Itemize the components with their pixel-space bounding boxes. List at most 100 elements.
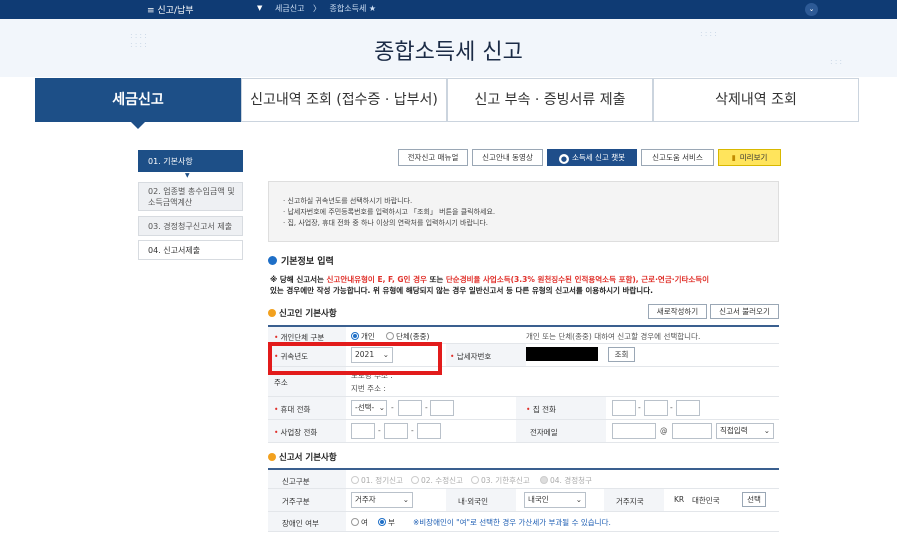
radio-individual[interactable]: 개인	[351, 331, 375, 342]
manual-button[interactable]: 전자신고 매뉴얼	[398, 149, 468, 166]
chatbot-button[interactable]: ● 소득세 신고 챗봇	[547, 149, 637, 166]
radio-label: 단체(종중)	[396, 332, 430, 341]
field-label: 장애인 여부	[268, 512, 346, 531]
field-label: • 사업장 전화	[268, 420, 346, 442]
new-form-button[interactable]: 새로작성하기	[648, 304, 707, 319]
load-form-button[interactable]: 신고서 불러오기	[710, 304, 779, 319]
radio-amended[interactable]: 02. 수정신고	[411, 475, 463, 486]
chevron-down-icon: ⌄	[402, 495, 409, 504]
radio-checked-icon	[351, 332, 359, 340]
tab-deleted-history[interactable]: 삭제내역 조회	[653, 78, 859, 122]
home-last-input[interactable]	[676, 400, 700, 416]
radio-correction[interactable]: 04. 경정청구	[540, 475, 592, 486]
tab-attachments[interactable]: 신고 부속 · 증빙서류 제출	[447, 78, 653, 122]
main-tabs: 세금신고 신고내역 조회 (접수증 · 납부서) 신고 부속 · 증빙서류 제출…	[0, 78, 897, 129]
radio-label: 03. 기한후신고	[481, 476, 530, 485]
lookup-button[interactable]: 조회	[608, 347, 635, 362]
notice-box: · 신고하실 귀속년도를 선택하시기 바랍니다. · 납세자번호에 주민등록번호…	[268, 181, 779, 242]
breadcrumb-item[interactable]: 종합소득세 ★	[330, 4, 377, 13]
help-service-button[interactable]: 신고도움 서비스	[641, 149, 714, 166]
dropdown-arrow-icon[interactable]: ▼	[257, 4, 262, 12]
select-value: 내국인	[528, 495, 549, 504]
radio-late[interactable]: 03. 기한후신고	[471, 475, 530, 486]
label-text: 개인단체 구분	[280, 333, 325, 342]
preview-label: 미리보기	[739, 153, 768, 162]
email-domain-input[interactable]	[672, 423, 712, 439]
biz-middle-input[interactable]	[384, 423, 408, 439]
radio-label: 02. 수정신고	[421, 476, 463, 485]
country-select-button[interactable]: 선택	[742, 492, 766, 507]
disability-note: ※비장애인이 "여"로 선택한 경우 가산세가 부과될 수 있습니다.	[413, 518, 611, 527]
label-text: 사업장 전화	[280, 428, 318, 437]
type-hint: 개인 또는 단체(종중) 대하여 신고할 경우에 선택합니다.	[526, 332, 701, 341]
nationality-select[interactable]: 내국인 ⌄	[524, 492, 586, 508]
home-prefix-input[interactable]	[612, 400, 636, 416]
label-text: 집 전화	[532, 405, 556, 414]
email-id-input[interactable]	[612, 423, 656, 439]
warning-part: ※ 당해 신고서는	[270, 275, 327, 284]
radio-label: 01. 정기신고	[361, 476, 403, 485]
bullet-icon	[268, 309, 276, 317]
radio-unchecked-icon	[471, 476, 479, 484]
step-correction-claim[interactable]: 03. 경정청구신고서 제출	[138, 216, 243, 236]
label-text: 납세자번호	[456, 352, 492, 361]
mobile-last-input[interactable]	[430, 400, 454, 416]
radio-label: 여	[361, 518, 368, 527]
step-income-calc[interactable]: 02. 업종별 총수입금액 및 소득금액계산	[138, 182, 243, 211]
warning-highlight: 단순경비율 사업소득(3.3% 원천징수된 인적용역소득 포함), 근로·연금·…	[445, 275, 710, 284]
chevron-down-icon[interactable]: ⌄	[805, 3, 818, 16]
section-filer: 신고인 기본사항	[268, 307, 337, 319]
breadcrumb-item[interactable]: 세금신고	[275, 4, 304, 13]
radio-checked-icon	[540, 476, 548, 484]
residence-select[interactable]: 거주자 ⌄	[351, 492, 413, 508]
warning-highlight: 신고안내유형이 E, F, G인 경우	[326, 275, 427, 284]
field-label: 거주지국	[604, 489, 664, 511]
radio-label: 부	[388, 518, 395, 527]
radio-checked-icon	[378, 518, 386, 526]
chatbot-icon: ●	[558, 154, 569, 164]
lot-address: 지번 주소 :	[351, 384, 386, 393]
home-middle-input[interactable]	[644, 400, 668, 416]
field-label: • 집 전화	[516, 397, 606, 419]
biz-last-input[interactable]	[417, 423, 441, 439]
step-basic-info[interactable]: 01. 기본사항	[138, 150, 243, 172]
country-name: 대한민국	[692, 496, 720, 505]
radio-group[interactable]: 단체(종중)	[386, 331, 429, 342]
highlight-box	[268, 342, 442, 375]
section-title: 신고인 기본사항	[279, 309, 337, 319]
select-value: -선택-	[355, 403, 375, 412]
chevron-down-icon: ⌄	[575, 495, 582, 504]
radio-disabled-yes[interactable]: 여	[351, 517, 368, 528]
label-text: 휴대 전화	[280, 405, 311, 414]
video-guide-button[interactable]: 신고안내 동영상	[472, 149, 543, 166]
mobile-prefix-select[interactable]: -선택- ⌄	[351, 400, 387, 416]
menu-tax-filing[interactable]: ≡ 신고/납부	[147, 3, 194, 16]
taxno-input[interactable]	[568, 347, 604, 363]
biz-prefix-input[interactable]	[351, 423, 375, 439]
form-row: • 사업장 전화 - - 전자메일 @ 직접입력 ⌄	[268, 420, 779, 443]
chatbot-label: 소득세 신고 챗봇	[571, 153, 626, 162]
mobile-middle-input[interactable]	[398, 400, 422, 416]
radio-unchecked-icon	[411, 476, 419, 484]
preview-icon: ▮	[731, 153, 736, 162]
select-value: 거주자	[355, 495, 376, 504]
radio-regular[interactable]: 01. 정기신고	[351, 475, 403, 486]
notice-line: · 신고하실 귀속년도를 선택하시기 바랍니다.	[283, 197, 413, 205]
radio-unchecked-icon	[386, 332, 394, 340]
form-row: 장애인 여부 여 부 ※비장애인이 "여"로 선택한 경우 가산세가 부과될 수…	[268, 512, 779, 532]
section-title: 기본정보 입력	[281, 257, 334, 267]
select-value: 직접입력	[720, 426, 748, 435]
step-submit[interactable]: 04. 신고서제출	[138, 240, 243, 260]
tab-filing-history[interactable]: 신고내역 조회 (접수증 · 납부서)	[241, 78, 447, 122]
tab-tax-filing[interactable]: 세금신고	[35, 78, 241, 129]
bullet-icon	[268, 256, 277, 265]
bullet-icon	[268, 453, 276, 461]
notice-line: · 집, 사업장, 휴대 전화 중 하나 이상의 연락처를 입력하시기 바랍니다…	[283, 219, 489, 227]
preview-button[interactable]: ▮ 미리보기	[718, 149, 781, 166]
step-arrow-icon: ▼	[185, 172, 190, 179]
at-sign: @	[660, 426, 668, 435]
field-label: 전자메일	[516, 420, 606, 442]
radio-disabled-no[interactable]: 부	[378, 517, 395, 528]
notice-line: · 납세자번호에 주민등록번호를 입력하시고 「조회」 버튼을 클릭하세요.	[283, 208, 496, 216]
email-domain-select[interactable]: 직접입력 ⌄	[716, 423, 774, 439]
